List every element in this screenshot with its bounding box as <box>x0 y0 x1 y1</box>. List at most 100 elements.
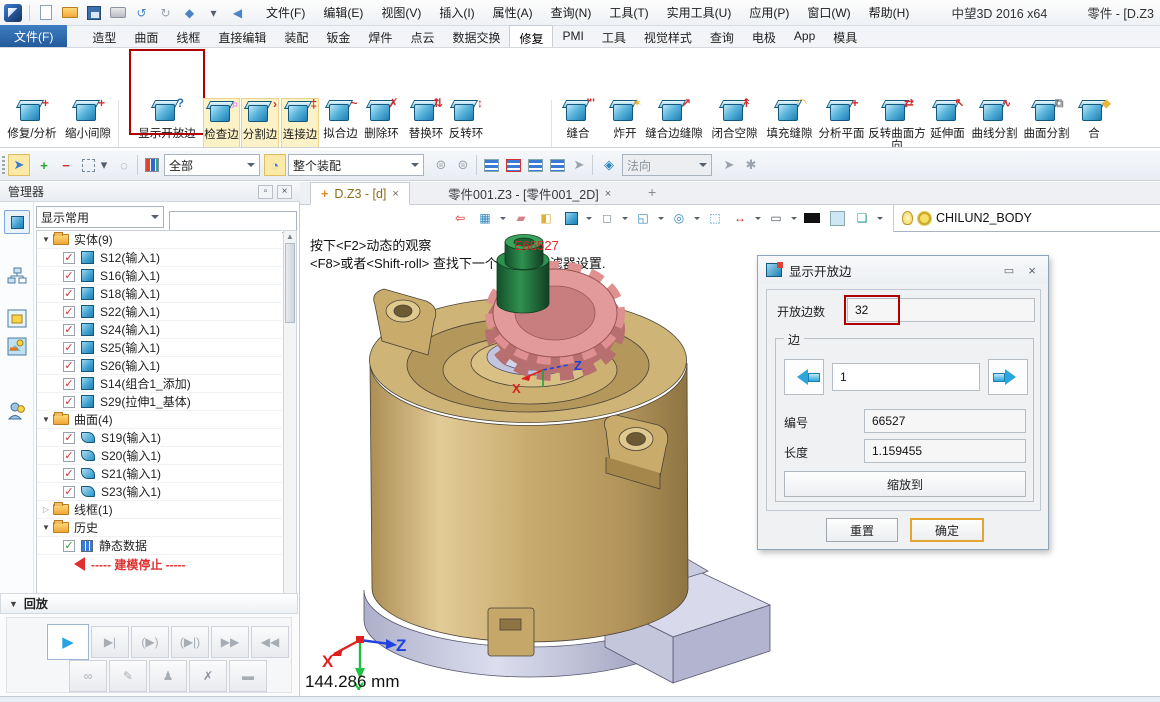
ribbon-button-extend-face[interactable]: ↖ 延伸面 <box>927 100 968 148</box>
tree-item-s19[interactable]: ✓S19(输入1) <box>37 429 282 447</box>
list-filter-2[interactable] <box>502 154 524 176</box>
snap-settings-button[interactable]: ✱ <box>740 154 762 176</box>
checkbox[interactable]: ✓ <box>63 288 75 300</box>
toolbar-drag-handle[interactable] <box>2 156 5 174</box>
checkbox[interactable]: ✓ <box>63 270 75 282</box>
manager-close-button[interactable]: × <box>277 185 292 199</box>
replay-header[interactable]: ▼ 回放 <box>0 593 298 614</box>
visual-manager-icon[interactable] <box>4 334 30 358</box>
ribbon-button-replace-loop[interactable]: ⇅ 替换环 <box>406 100 446 148</box>
tab-inquire[interactable]: 查询 <box>701 25 743 47</box>
toolbar-collapse-button[interactable]: ▾ <box>205 5 222 21</box>
history-manager-icon[interactable] <box>4 210 30 234</box>
dialog-close-button[interactable]: × <box>1024 263 1040 278</box>
tab-close-icon[interactable]: × <box>605 188 611 200</box>
tab-sheet-metal[interactable]: 钣金 <box>317 25 359 47</box>
doc-tab-active[interactable]: + D.Z3 - [d] × <box>310 182 410 205</box>
menu-attributes[interactable]: 属性(A) <box>485 1 541 24</box>
tab-visual-style[interactable]: 视觉样式 <box>635 25 701 47</box>
tab-close-icon[interactable]: × <box>392 188 398 200</box>
ribbon-button-check-edge[interactable]: ⌕ 检查边 <box>203 98 240 148</box>
menu-utilities[interactable]: 实用工具(U) <box>659 1 740 24</box>
replay-run-to-feature-button[interactable]: ♟ <box>149 660 187 692</box>
tree-item-s23[interactable]: ✓S23(输入1) <box>37 483 282 501</box>
menu-applications[interactable]: 应用(P) <box>741 1 797 24</box>
checkbox[interactable]: ✓ <box>63 432 75 444</box>
replay-shape-button[interactable]: ▬ <box>229 660 267 692</box>
tree-filter-dropdown[interactable]: 显示常用 <box>36 206 164 228</box>
pick-point-button[interactable]: ➤ <box>718 154 740 176</box>
replay-play-to-button[interactable]: (▶) <box>131 626 169 658</box>
checkbox[interactable]: ✓ <box>63 540 75 552</box>
tree-item-s16[interactable]: ✓S16(输入1) <box>37 267 282 285</box>
tab-assembly[interactable]: 装配 <box>275 25 317 47</box>
replay-step-button[interactable]: ▶| <box>91 626 129 658</box>
checkbox[interactable]: ✓ <box>63 252 75 264</box>
ribbon-button-heal-analyze[interactable]: + 修复/分析 <box>4 100 60 148</box>
manager-float-button[interactable]: ▫ <box>258 185 273 199</box>
tab-tools[interactable]: 工具 <box>593 25 635 47</box>
checkbox[interactable]: ✓ <box>63 306 75 318</box>
new-tab-button[interactable]: + <box>648 184 656 200</box>
list-filter-3[interactable] <box>524 154 546 176</box>
menu-help[interactable]: 帮助(H) <box>861 1 918 24</box>
open-file-button[interactable] <box>61 5 78 21</box>
print-button[interactable] <box>109 5 126 21</box>
ribbon-button-analyze-plane[interactable]: + 分析平面 <box>816 100 867 148</box>
checkbox[interactable]: ✓ <box>63 396 75 408</box>
reference-globe-button[interactable]: ◈ <box>598 154 620 176</box>
list-filter-4[interactable] <box>546 154 568 176</box>
ribbon-button-explode[interactable]: ✶ 炸开 <box>606 100 644 148</box>
dialog-title-bar[interactable]: 显示开放边 ▭ × <box>758 256 1048 284</box>
pick-filter-button[interactable]: ◆ <box>181 5 198 21</box>
filter-dropdown[interactable]: 全部 <box>164 154 260 176</box>
view-manager-icon[interactable] <box>4 306 30 330</box>
menu-file[interactable]: 文件(F) <box>258 1 313 24</box>
tab-repair[interactable]: 修复 <box>509 25 553 47</box>
zoom-to-button[interactable]: 缩放到 <box>784 471 1026 497</box>
undo-button[interactable]: ↺ <box>133 5 150 21</box>
redo-button[interactable]: ↻ <box>157 5 174 21</box>
tree-folder-surfaces[interactable]: ▼曲面(4) <box>37 411 282 429</box>
tree-item-s20[interactable]: ✓S20(输入1) <box>37 447 282 465</box>
ribbon-button-split-edge[interactable]: › 分割边 <box>241 98 279 148</box>
replay-play-through-button[interactable]: (▶|) <box>171 626 209 658</box>
tab-app[interactable]: App <box>785 25 824 47</box>
tab-pmi[interactable]: PMI <box>553 25 592 47</box>
role-manager-icon[interactable] <box>4 398 30 422</box>
ribbon-button-surface-split[interactable]: ⧉ 曲面分割 <box>1021 100 1072 148</box>
tree-item-s22[interactable]: ✓S22(输入1) <box>37 303 282 321</box>
tab-mold[interactable]: 模具 <box>824 25 866 47</box>
ribbon-button-connect-edge[interactable]: ‡ 连接边 <box>281 98 319 148</box>
edge-index-input[interactable]: 1 <box>832 363 980 391</box>
menu-view[interactable]: 视图(V) <box>373 1 429 24</box>
tree-folder-history[interactable]: ▼历史 <box>37 519 282 537</box>
doc-tab-inactive[interactable]: 零件001.Z3 - [零件001_2D] × <box>438 182 621 205</box>
tab-direct-edit[interactable]: 直接编辑 <box>209 25 275 47</box>
ribbon-button-merge-face[interactable]: ◆ 合 <box>1074 100 1114 148</box>
tab-point-cloud[interactable]: 点云 <box>401 25 443 47</box>
tree-item-s18[interactable]: ✓S18(输入1) <box>37 285 282 303</box>
checkbox[interactable]: ✓ <box>63 468 75 480</box>
pair-icon-2[interactable]: ⊜ <box>452 154 474 176</box>
tree-item-static-data[interactable]: ✓静态数据 <box>37 537 282 555</box>
marquee-select-button[interactable] <box>77 154 99 176</box>
save-button[interactable] <box>85 5 102 21</box>
replay-rewind-button[interactable]: ◀◀ <box>251 626 289 658</box>
dialog-help-bubble-icon[interactable]: ▭ <box>1001 264 1017 277</box>
checkbox[interactable]: ✓ <box>63 486 75 498</box>
pick-last-button[interactable]: ➤ <box>568 154 590 176</box>
tree-item-s26[interactable]: ✓S26(输入1) <box>37 357 282 375</box>
checkbox[interactable]: ✓ <box>63 378 75 390</box>
tree-scrollbar[interactable]: ▲ ▼ <box>283 230 297 636</box>
tree-item-s24[interactable]: ✓S24(输入1) <box>37 321 282 339</box>
menu-edit[interactable]: 编辑(E) <box>315 1 371 24</box>
tab-weldment[interactable]: 焊件 <box>359 25 401 47</box>
ribbon-button-shrink-gap[interactable]: + 缩小间隙 <box>60 100 116 148</box>
normal-dropdown[interactable]: 法向 <box>622 154 712 176</box>
tree-item-s29[interactable]: ✓S29(拉伸1_基体) <box>37 393 282 411</box>
tree-item-s25[interactable]: ✓S25(输入1) <box>37 339 282 357</box>
menu-window[interactable]: 窗口(W) <box>799 1 858 24</box>
reset-button[interactable]: 重置 <box>826 518 898 542</box>
tree-folder-wireframe[interactable]: ▷线框(1) <box>37 501 282 519</box>
